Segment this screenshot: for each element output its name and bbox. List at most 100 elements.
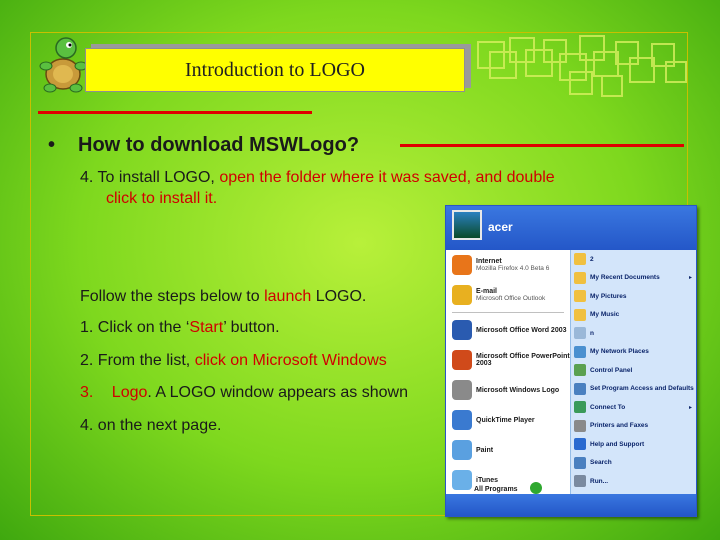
- item-3-suffix: . A LOGO window appears as shown: [147, 384, 408, 401]
- place-label: Printers and Faxes: [590, 422, 649, 430]
- program-label: iTunes: [476, 477, 498, 484]
- start-menu-place-item[interactable]: Help and Support: [571, 435, 696, 454]
- place-label: My Pictures: [590, 292, 627, 300]
- place-label: Set Program Access and Defaults: [590, 385, 694, 393]
- run-icon: [574, 475, 586, 488]
- start-menu-program-item[interactable]: Microsoft Office Word 2003: [446, 315, 570, 345]
- item-3-number: 3.: [80, 384, 94, 401]
- program-label: Paint: [476, 447, 493, 454]
- start-menu-place-item[interactable]: My Music: [571, 306, 696, 325]
- item-2-highlight: click on Microsoft Windows: [194, 352, 387, 369]
- program-title: Microsoft Windows Logo: [476, 386, 560, 394]
- start-menu-program-item[interactable]: Internet Mozilla Firefox 4.0 Beta 6: [446, 250, 570, 280]
- program-label: Microsoft Office Word 2003: [476, 327, 567, 334]
- start-menu-place-item[interactable]: Set Program Access and Defaults: [571, 380, 696, 399]
- place-label: Connect To: [590, 403, 626, 411]
- all-programs-arrow-icon[interactable]: [530, 482, 542, 494]
- item-2-prefix: 2. From the list,: [80, 352, 195, 369]
- network-icon: [574, 345, 586, 358]
- itunes-icon: [452, 470, 472, 490]
- place-label: Search: [590, 459, 612, 467]
- start-menu-place-item[interactable]: My Recent Documents ▸: [571, 269, 696, 288]
- decorative-squares: [477, 35, 687, 97]
- item-1-highlight: Start: [189, 319, 224, 336]
- start-menu-place-item[interactable]: Run...: [571, 472, 696, 491]
- start-menu-program-item[interactable]: Paint: [446, 435, 570, 465]
- start-menu-program-item[interactable]: QuickTime Player: [446, 405, 570, 435]
- pictures-icon: [574, 290, 586, 303]
- program-title: Microsoft Office Word 2003: [476, 326, 567, 334]
- start-menu-place-item[interactable]: My Network Places: [571, 343, 696, 362]
- firefox-icon: [452, 255, 472, 275]
- paint-icon: [452, 440, 472, 460]
- program-label: E-mail Microsoft Office Outlook: [476, 288, 545, 302]
- program-subtitle: Mozilla Firefox 4.0 Beta 6: [476, 265, 550, 272]
- step-4-highlight: open the folder where it was saved, and …: [219, 169, 555, 186]
- bullet-mark: •: [48, 134, 56, 156]
- slide-heading: How to download MSWLogo?: [78, 134, 360, 156]
- recent-docs-icon: [574, 271, 586, 284]
- follow-prefix: Follow the steps below to: [80, 288, 265, 305]
- place-label: My Recent Documents: [590, 274, 660, 282]
- start-menu-place-item[interactable]: Control Panel: [571, 361, 696, 380]
- start-menu-program-item[interactable]: Microsoft Office PowerPoint 2003: [446, 345, 570, 375]
- list-item-3: 3. Logo. A LOGO window appears as shown: [80, 383, 408, 403]
- step-4-prefix: 4. To install LOGO,: [80, 169, 220, 186]
- place-label: My Music: [590, 311, 620, 319]
- start-menu-place-item[interactable]: Search: [571, 454, 696, 473]
- place-label: Help and Support: [590, 440, 645, 448]
- step-4-text: 4. To install LOGO, open the folder wher…: [80, 168, 555, 188]
- start-menu-programs: Internet Mozilla Firefox 4.0 Beta 6 E-mail…: [446, 250, 570, 494]
- start-menu-place-item[interactable]: My Pictures: [571, 287, 696, 306]
- user-name: acer: [488, 220, 513, 234]
- start-menu-footer: [446, 494, 696, 516]
- connect-icon: [574, 401, 586, 414]
- place-label: Control Panel: [590, 366, 633, 374]
- place-label: Run...: [590, 477, 609, 485]
- submenu-arrow-icon: ▸: [688, 275, 692, 282]
- start-menu-place-item[interactable]: n: [571, 324, 696, 343]
- folder-icon: [574, 253, 586, 266]
- program-title: QuickTime Player: [476, 416, 535, 424]
- start-menu-header: acer: [446, 206, 696, 250]
- title-box: Introduction to LOGO: [85, 48, 465, 92]
- program-label: QuickTime Player: [476, 417, 535, 424]
- program-label: Microsoft Office PowerPoint 2003: [476, 353, 570, 367]
- red-divider-right: [400, 144, 684, 147]
- word-icon: [452, 320, 472, 340]
- start-menu-program-item[interactable]: Microsoft Windows Logo: [446, 375, 570, 405]
- user-avatar: [452, 210, 482, 240]
- follow-steps-text: Follow the steps below to launch LOGO.: [80, 287, 366, 307]
- control-panel-icon: [574, 364, 586, 377]
- start-menu-place-item[interactable]: 2: [571, 250, 696, 269]
- all-programs-label[interactable]: All Programs: [474, 486, 518, 493]
- mswlogo-icon: [452, 380, 472, 400]
- start-menu-program-item[interactable]: E-mail Microsoft Office Outlook: [446, 280, 570, 310]
- search-icon: [574, 456, 586, 469]
- start-menu-place-item[interactable]: Connect To ▸: [571, 398, 696, 417]
- step-4-line2: click to install it.: [106, 190, 218, 207]
- program-label: Microsoft Windows Logo: [476, 387, 559, 394]
- place-label: n: [590, 329, 594, 337]
- place-label: My Network Places: [590, 348, 649, 356]
- start-menu-screenshot: acer Internet Mozilla Firefox 4.0 Beta 6 E…: [445, 205, 697, 517]
- quicktime-icon: [452, 410, 472, 430]
- start-menu-places: 2 My Recent Documents ▸ My Pictures My Music…: [570, 250, 696, 494]
- item-3-highlight: Logo: [111, 384, 148, 401]
- follow-highlight: launch: [264, 288, 312, 305]
- place-label: 2: [590, 255, 594, 263]
- program-title: Internet: [476, 258, 502, 265]
- follow-suffix: LOGO.: [311, 288, 367, 305]
- computer-icon: [574, 327, 586, 340]
- defaults-icon: [574, 382, 586, 395]
- list-item-4: 4. on the next page.: [80, 417, 222, 434]
- start-menu-place-item[interactable]: Printers and Faxes: [571, 417, 696, 436]
- menu-separator: [452, 312, 564, 313]
- item-1-suffix: ’ button.: [223, 319, 280, 336]
- music-icon: [574, 308, 586, 321]
- list-item-2: 2. From the list, click on Microsoft Win…: [80, 351, 387, 371]
- item-1-prefix: 1. Click on the ‘: [80, 319, 190, 336]
- slide-title: Introduction to LOGO: [185, 58, 365, 81]
- program-title: Paint: [476, 446, 494, 454]
- red-divider-left: [38, 111, 312, 114]
